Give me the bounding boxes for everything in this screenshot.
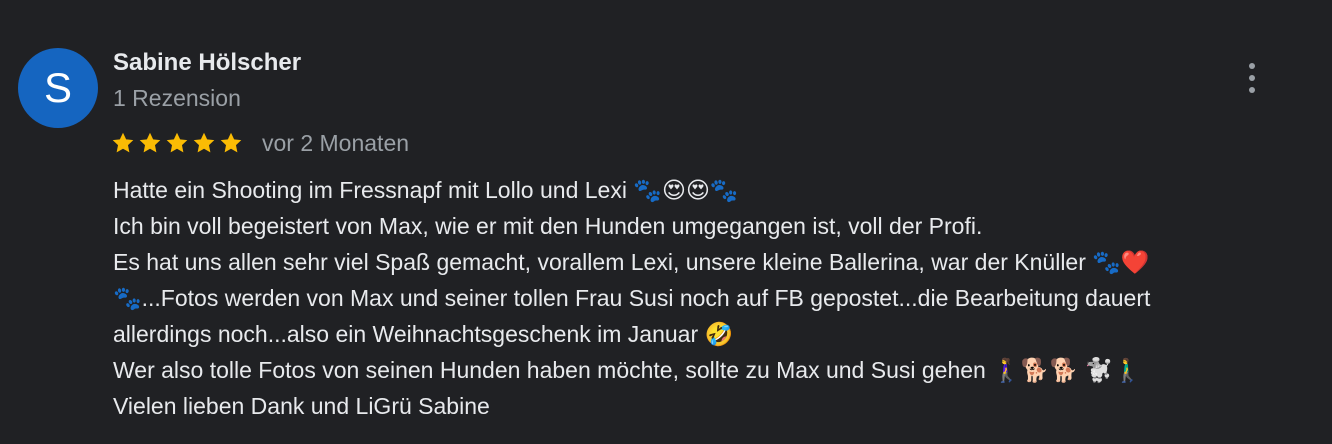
star-icon [139,132,161,153]
star-rating [110,130,244,156]
review-text: Hatte ein Shooting im Fressnapf mit Loll… [113,172,1313,424]
review-line: 🐾...Fotos werden von Max und seiner toll… [113,285,1151,311]
rating-row: vor 2 Monaten [110,128,409,158]
more-vert-icon [1249,63,1255,69]
review-line: Hatte ein Shooting im Fressnapf mit Loll… [113,177,739,203]
star-icon [112,132,134,153]
review-line: allerdings noch...also ein Weihnachtsges… [113,321,734,347]
review-line: Wer also tolle Fotos von seinen Hunden h… [113,357,1142,383]
more-options-button[interactable] [1236,58,1268,98]
review-date: vor 2 Monaten [262,129,410,156]
review-line: Vielen lieben Dank und LiGrü Sabine [113,393,490,419]
star-icon [220,132,242,153]
more-vert-icon-dot [1249,75,1255,81]
avatar[interactable]: S [18,48,98,128]
star-icon [166,132,188,153]
review-line: Ich bin voll begeistert von Max, wie er … [113,213,983,239]
star-icon [193,132,215,153]
review-card: S Sabine Hölscher 1 Rezension vor 2 Mona… [0,0,1332,444]
review-count[interactable]: 1 Rezension [113,83,241,113]
reviewer-name[interactable]: Sabine Hölscher [113,48,301,78]
review-line: Es hat uns allen sehr viel Spaß gemacht,… [113,249,1150,275]
more-vert-icon-dot [1249,87,1255,93]
